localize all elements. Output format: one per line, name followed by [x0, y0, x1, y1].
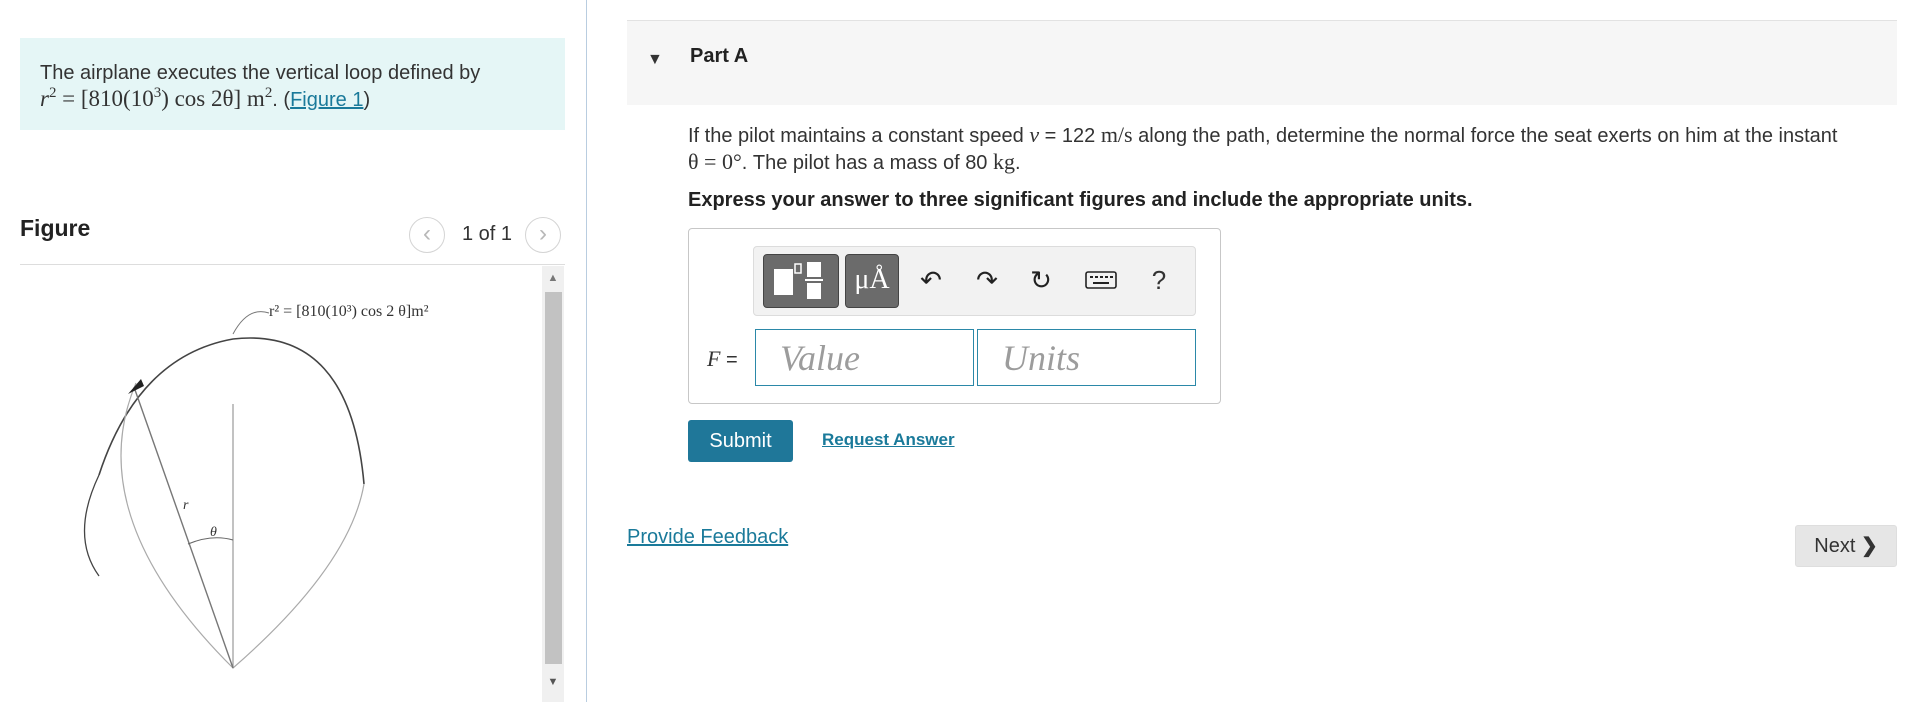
annotation-leader — [232, 311, 270, 335]
figure-header: Figure — [20, 215, 91, 241]
problem-panel: The airplane executes the vertical loop … — [0, 0, 587, 702]
equation-close: ) — [363, 89, 371, 111]
reset-icon[interactable]: ↻ — [1026, 265, 1056, 295]
part-a-header[interactable]: ▼ Part A — [627, 20, 1897, 105]
speed-unit: m/s — [1100, 122, 1133, 147]
figure-divider — [20, 264, 565, 265]
chevron-left-icon: ‹ — [423, 220, 431, 247]
provide-feedback-link[interactable]: Provide Feedback — [627, 526, 788, 549]
answer-label: F = — [707, 346, 738, 372]
chevron-right-icon: ❯ — [1860, 535, 1878, 557]
instruction-text: Express your answer to three significant… — [688, 189, 1473, 211]
loop-equation: r2 = [810(103) cos 2θ] m2. (Figure 1) — [40, 85, 371, 111]
part-title: Part A — [690, 45, 749, 67]
label-theta: θ — [210, 525, 217, 540]
question-mid: along the path, determine the normal for… — [1132, 125, 1838, 147]
equation-end: . ( — [272, 89, 291, 111]
undo-icon[interactable]: ↶ — [916, 265, 946, 295]
question-text: If the pilot maintains a constant speed … — [688, 122, 1888, 176]
equation-mid: = [810(10 — [62, 86, 154, 111]
question-pre: If the pilot maintains a constant speed — [688, 125, 1024, 147]
next-figure-button[interactable]: › — [525, 217, 561, 253]
figure-counter: 1 of 1 — [462, 223, 513, 245]
loop-curve — [83, 337, 365, 577]
next-label: Next — [1814, 535, 1856, 557]
answer-label-eq: = — [720, 349, 738, 371]
scroll-thumb[interactable] — [545, 292, 562, 664]
units-input[interactable] — [977, 329, 1196, 386]
equation-post: ) cos 2θ] m — [161, 86, 265, 111]
label-r: r — [183, 498, 189, 513]
value-input[interactable] — [755, 329, 974, 386]
problem-statement: The airplane executes the vertical loop … — [20, 38, 565, 130]
templates-button[interactable] — [763, 254, 839, 308]
problem-text: The airplane executes the vertical loop … — [40, 62, 481, 84]
question-end: . — [1015, 152, 1021, 174]
loop-lower-curve — [120, 382, 365, 669]
submit-button[interactable]: Submit — [688, 420, 793, 462]
prev-figure-button[interactable]: ‹ — [409, 217, 445, 253]
next-button[interactable]: Next ❯ — [1795, 525, 1897, 567]
templates-icon — [774, 262, 823, 299]
theta-condition: θ = 0° — [688, 149, 742, 174]
help-button[interactable]: ? — [1144, 265, 1174, 295]
question-post: . The pilot has a mass of 80 — [741, 152, 988, 174]
units-button[interactable]: μÅ — [845, 254, 899, 308]
figure-link[interactable]: Figure 1 — [290, 89, 363, 111]
vertical-loop-diagram: r² = [810(10³) cos 2 θ]m² r θ — [83, 303, 429, 669]
chevron-right-icon: › — [539, 220, 547, 247]
scroll-up-arrow-icon[interactable]: ▲ — [542, 266, 564, 290]
equation-lhs: r — [40, 86, 49, 111]
scroll-down-arrow-icon[interactable]: ▼ — [542, 670, 564, 694]
math-toolbar: μÅ ↶ ↷ ↻ ? — [753, 246, 1196, 316]
keyboard-icon[interactable] — [1084, 265, 1118, 295]
mass-unit: kg — [993, 149, 1015, 174]
figure-scrollbar[interactable]: ▲ ▼ — [542, 266, 564, 702]
answer-box: μÅ ↶ ↷ ↻ ? F = — [688, 228, 1221, 404]
figure-image: r² = [810(10³) cos 2 θ]m² r θ — [20, 266, 542, 702]
speed-equals: = 122 — [1039, 125, 1101, 147]
caret-down-icon[interactable]: ▼ — [647, 51, 663, 69]
speed-variable: v — [1029, 122, 1040, 147]
request-answer-link[interactable]: Request Answer — [822, 430, 955, 450]
radius-line — [133, 386, 234, 669]
answer-label-var: F — [707, 346, 721, 371]
figure-annotation: r² = [810(10³) cos 2 θ]m² — [269, 303, 429, 320]
redo-icon[interactable]: ↷ — [972, 265, 1002, 295]
